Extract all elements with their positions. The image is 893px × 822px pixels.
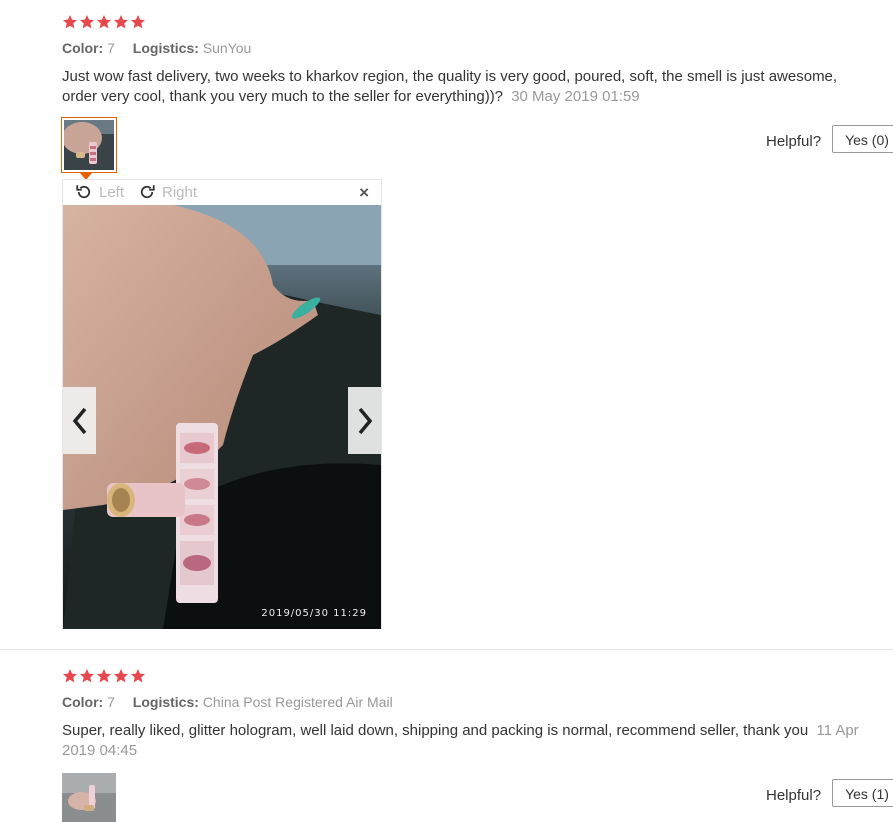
star-icon xyxy=(97,669,111,683)
chevron-right-icon xyxy=(358,407,372,434)
logistics-value: SunYou xyxy=(202,40,252,56)
rotate-left-label: Left xyxy=(99,183,125,201)
rotate-right-icon xyxy=(140,185,155,199)
chevron-left-icon xyxy=(72,407,86,434)
color-label: Color: xyxy=(62,694,104,710)
thumbnail-image xyxy=(62,773,116,822)
helpful-yes-button[interactable]: Yes (1) xyxy=(832,779,893,807)
logistics-label: Logistics: xyxy=(132,694,199,710)
color-value: 7 xyxy=(107,694,115,710)
star-icon xyxy=(114,669,128,683)
review-date: 30 May 2019 01:59 xyxy=(511,88,640,105)
star-icon xyxy=(131,15,145,29)
review-divider xyxy=(0,649,893,650)
review-text: Just wow fast delivery, two weeks to kha… xyxy=(62,67,872,107)
review-photo-thumbnail[interactable] xyxy=(62,773,116,822)
close-icon[interactable]: × xyxy=(359,183,369,203)
review-photo: 2019/05/30 11:29 xyxy=(63,205,381,629)
color-label: Color: xyxy=(62,40,104,56)
photo-timestamp: 2019/05/30 11:29 xyxy=(261,608,367,619)
review-body: Super, really liked, glitter hologram, w… xyxy=(62,722,809,739)
rotate-left-button[interactable]: Left xyxy=(75,183,124,201)
star-rating xyxy=(62,14,146,30)
helpful-label: Helpful? xyxy=(766,133,822,150)
logistics-value: China Post Registered Air Mail xyxy=(202,694,393,710)
star-icon xyxy=(114,15,128,29)
star-icon xyxy=(63,669,77,683)
logistics-label: Logistics: xyxy=(132,40,199,56)
rotate-right-button[interactable]: Right xyxy=(138,183,197,201)
star-icon xyxy=(63,15,77,29)
star-icon xyxy=(131,669,145,683)
helpful-yes-button[interactable]: Yes (0) xyxy=(832,125,893,153)
color-value: 7 xyxy=(107,40,115,56)
next-photo-button[interactable] xyxy=(348,387,381,454)
photo-viewer-toolbar: Left Right × xyxy=(63,180,381,205)
review-text: Super, really liked, glitter hologram, w… xyxy=(62,721,872,761)
star-icon xyxy=(80,15,94,29)
previous-photo-button[interactable] xyxy=(63,387,96,454)
review-photo-thumbnail[interactable] xyxy=(61,117,117,173)
helpful-label: Helpful? xyxy=(766,787,822,804)
star-icon xyxy=(80,669,94,683)
star-icon xyxy=(97,15,111,29)
rotate-left-icon xyxy=(76,185,91,199)
photo-viewer: Left Right × 2019/05/30 11:29 xyxy=(62,179,382,629)
review-attributes: Color: 7 Logistics: China Post Registere… xyxy=(62,694,407,710)
thumbnail-image xyxy=(64,120,114,170)
review-photo-image xyxy=(63,205,381,629)
review-body: Just wow fast delivery, two weeks to kha… xyxy=(62,68,838,105)
review-attributes: Color: 7 Logistics: SunYou xyxy=(62,40,265,56)
rotate-right-label: Right xyxy=(162,183,198,201)
star-rating xyxy=(62,668,146,684)
